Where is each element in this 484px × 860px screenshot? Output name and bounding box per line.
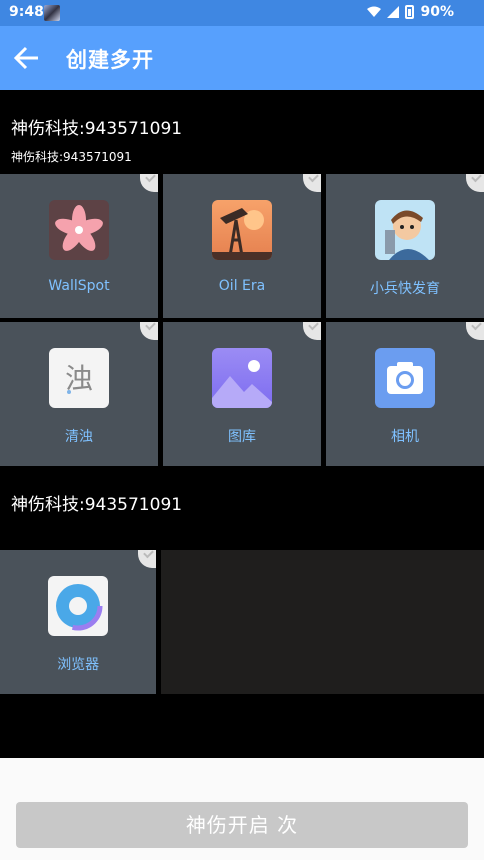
group-subtitle: 神伤科技:943571091 [11, 150, 132, 164]
app-tile-camera[interactable]: 相机 [326, 322, 484, 466]
soldier-game-icon [375, 200, 435, 260]
empty-slot [161, 550, 484, 694]
check-icon[interactable] [303, 322, 321, 340]
app-grid-row: WallSpot Oil Era 小兵快发育 [0, 174, 484, 318]
wallspot-icon [49, 200, 109, 260]
app-tile-oil-era[interactable]: Oil Era [163, 174, 321, 318]
group-title: 神伤科技:943571091 [11, 495, 183, 515]
wifi-icon [367, 6, 382, 17]
check-icon[interactable] [466, 322, 484, 340]
app-label: 图库 [228, 429, 256, 445]
app-grid-row: 浏览器 [0, 550, 484, 694]
status-time: 9:48 [9, 4, 44, 20]
check-icon[interactable] [140, 322, 158, 340]
app-label: Oil Era [218, 278, 266, 294]
qingzhuo-icon: 浊 [49, 348, 109, 408]
app-label: WallSpot [48, 278, 110, 294]
app-label: 清浊 [65, 429, 93, 445]
app-tile-qingzhuo[interactable]: 浊 清浊 [0, 322, 158, 466]
page-title: 创建多开 [66, 48, 154, 72]
gallery-icon [212, 348, 272, 408]
group-title: 神伤科技:943571091 [11, 119, 183, 139]
app-tile-soldier-game[interactable]: 小兵快发育 [326, 174, 484, 318]
notification-thumbnail-icon [44, 5, 60, 21]
signal-icon [387, 6, 400, 18]
back-arrow-icon[interactable] [12, 44, 42, 72]
app-tile-browser[interactable]: 浏览器 [0, 550, 157, 694]
start-button[interactable]: 神伤开启 次 [16, 802, 468, 848]
status-icons: 90% [367, 4, 454, 20]
app-label: 相机 [391, 429, 419, 445]
browser-icon [48, 576, 109, 636]
app-label: 小兵快发育 [370, 281, 440, 297]
battery-percent: 90% [420, 4, 454, 20]
check-icon[interactable] [303, 174, 321, 192]
battery-icon [405, 5, 415, 19]
check-icon[interactable] [466, 174, 484, 192]
footer: 神伤开启 次 [0, 758, 484, 860]
app-tile-wallspot[interactable]: WallSpot [0, 174, 158, 318]
camera-icon [375, 348, 435, 408]
oil-era-icon [212, 200, 272, 260]
app-bar: 创建多开 [0, 26, 484, 90]
app-grid-row: 浊 清浊 图库 相机 [0, 322, 484, 466]
app-label: 浏览器 [57, 657, 100, 673]
check-icon[interactable] [140, 174, 158, 192]
check-icon[interactable] [138, 550, 157, 568]
app-tile-gallery[interactable]: 图库 [163, 322, 321, 466]
status-bar: 9:48 90% [0, 0, 484, 26]
